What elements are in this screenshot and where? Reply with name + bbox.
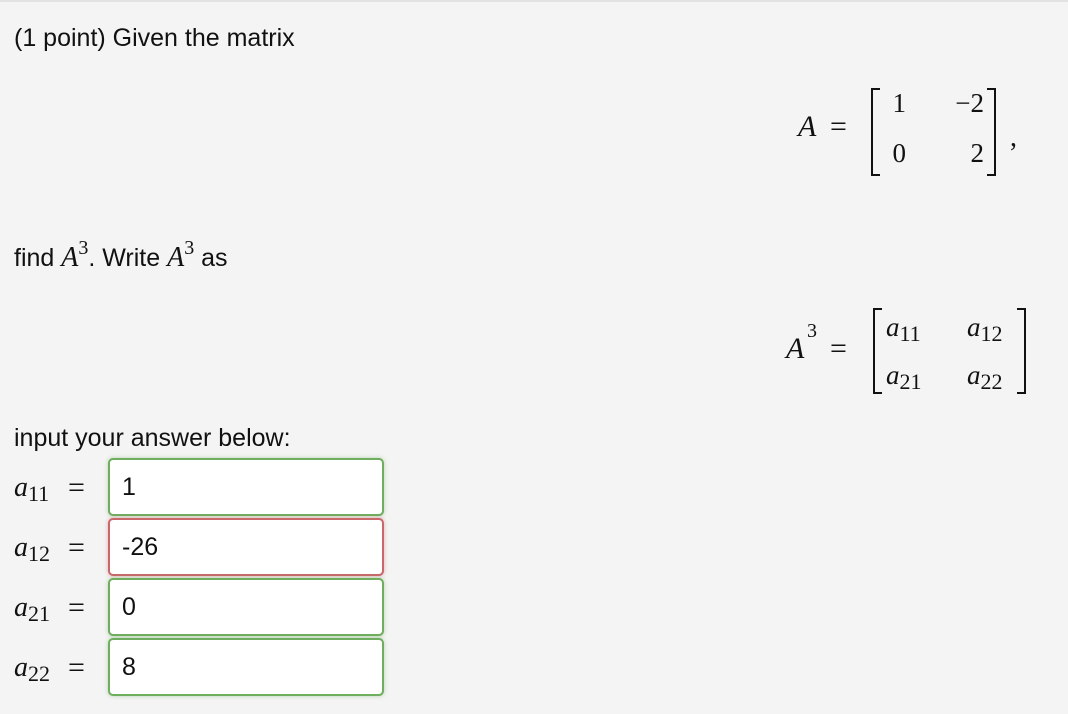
top-divider [0,0,1068,2]
cell-var: a [967,312,981,342]
write-power: 3 [184,237,195,259]
matrix-a-equals: = [830,110,847,143]
problem-intro: (1 point) Given the matrix [14,24,295,52]
answer-sub: 11 [28,481,50,506]
matrix-a3-cell-21: a21 [886,360,922,394]
write-matrix-a: A [167,242,185,273]
find-middle: . Write [88,244,161,272]
answer-equals: = [68,471,85,504]
find-word: find [14,244,55,272]
answer-var: a [14,652,28,683]
answer-input-a22[interactable] [108,638,384,696]
answer-equals: = [68,531,85,564]
answer-sub: 21 [28,601,50,626]
matrix-a3-right-bracket [1017,308,1026,394]
answer-sub: 22 [28,661,50,686]
matrix-a3-power: 3 [807,320,817,342]
find-instruction: find A3. Write A3 as [14,237,228,275]
matrix-a-cell-12: −2 [955,88,984,118]
answer-sub: 12 [28,541,50,566]
find-power: 3 [78,237,89,259]
cell-sub: 11 [899,321,921,346]
matrix-a3-cell-22: a22 [967,360,1003,394]
answer-var: a [14,472,28,503]
answer-equals: = [68,651,85,684]
cell-sub: 12 [980,321,1003,346]
cell-var: a [886,360,900,390]
answer-label-a11: a11 [14,472,50,507]
matrix-a3-cell-11: a11 [886,312,921,346]
matrix-a3-left-bracket [873,308,882,394]
answer-input-a11[interactable] [108,458,384,516]
matrix-a-cell-11: 1 [892,88,907,118]
matrix-a-cell-21: 0 [892,138,907,168]
answer-label-a21: a21 [14,592,50,627]
cell-var: a [967,360,981,390]
cell-var: a [886,312,900,342]
answer-var: a [14,532,28,563]
find-as: as [201,244,228,272]
answer-input-a21[interactable] [108,578,384,636]
answer-label-a22: a22 [14,652,50,687]
find-matrix-a: A [61,242,79,273]
matrix-a-right-bracket [987,88,996,176]
answer-input-a12[interactable] [108,518,384,576]
matrix-a-trailing-comma: , [1010,122,1017,153]
matrix-a-name: A [798,110,817,143]
matrix-a3-name: A [786,332,805,365]
matrix-a-left-bracket [871,88,880,176]
matrix-a3-equals: = [830,332,847,365]
matrix-a3-cell-12: a12 [967,312,1003,346]
input-prompt: input your answer below: [14,424,291,452]
answer-equals: = [68,591,85,624]
matrix-a-cell-22: 2 [970,138,985,168]
answer-var: a [14,592,28,623]
cell-sub: 22 [980,369,1003,394]
cell-sub: 21 [899,369,922,394]
answer-label-a12: a12 [14,532,50,567]
